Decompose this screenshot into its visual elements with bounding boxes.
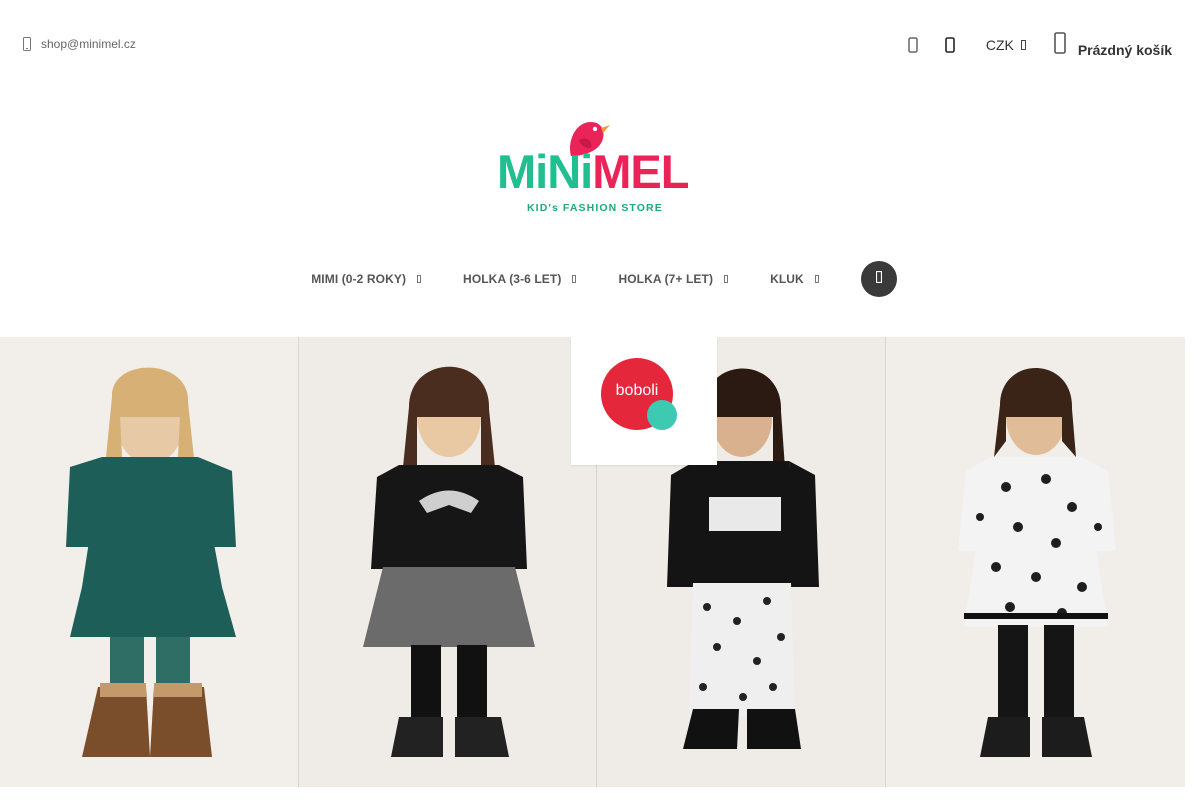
logo-wordmark: MiNiMEL	[497, 145, 689, 198]
cart-button[interactable]: Prázdný košík	[1054, 31, 1172, 59]
heart-icon[interactable]	[903, 35, 923, 55]
nav-item-label: HOLKA (7+ LET)	[618, 272, 714, 286]
cart-label: Prázdný košík	[1077, 42, 1172, 58]
nav-item-label: HOLKA (3-6 LET)	[463, 272, 562, 286]
girl-black-hoodie-image	[363, 366, 535, 757]
chevron-down-icon	[1020, 37, 1026, 53]
search-button[interactable]	[860, 261, 897, 297]
header-tools: CZK Prázdný košík	[886, 30, 1172, 60]
chevron-down-icon	[813, 275, 821, 283]
nav-item-label: MIMI (0-2 ROKY)	[311, 272, 407, 286]
logo-word-part2: MEL	[592, 145, 689, 198]
girl-leopard-dress-image	[958, 367, 1116, 757]
page: shop@minimel.cz CZK Prázdný košík MiNiME…	[0, 0, 1200, 800]
chevron-down-icon	[722, 275, 730, 283]
chevron-down-icon	[570, 275, 578, 283]
brand-badge[interactable]: boboli	[571, 337, 717, 465]
nav-item-kluk[interactable]: KLUK	[770, 272, 821, 286]
logo-word-part1: MiNi	[497, 145, 593, 198]
logo-tagline: KID's FASHION STORE	[527, 202, 663, 214]
shopping-bag-icon	[1054, 31, 1066, 59]
contact-email-link[interactable]: shop@minimel.cz	[22, 36, 136, 52]
boboli-logo: boboli	[601, 358, 687, 444]
hero-panel-teal-dress	[0, 337, 299, 787]
contact-email: shop@minimel.cz	[41, 37, 136, 51]
envelope-icon	[22, 36, 32, 52]
chevron-down-icon	[415, 275, 423, 283]
search-icon	[875, 270, 882, 288]
girl-teal-dress-image	[66, 367, 236, 757]
top-bar: shop@minimel.cz CZK Prázdný košík	[0, 0, 1200, 90]
currency-selector[interactable]: CZK	[986, 37, 1026, 53]
nav-item-holka-7-plus[interactable]: HOLKA (7+ LET)	[618, 272, 730, 286]
nav-item-holka-3-6[interactable]: HOLKA (3-6 LET)	[463, 272, 578, 286]
nav-item-mimi[interactable]: MIMI (0-2 ROKY)	[311, 272, 423, 286]
nav-item-label: KLUK	[770, 272, 804, 286]
page-scrollbar[interactable]	[1185, 337, 1200, 800]
currency-value: CZK	[985, 37, 1014, 53]
site-logo[interactable]: MiNiMEL KID's FASHION STORE	[497, 116, 689, 216]
hero-panel-black-hoodie	[299, 337, 597, 787]
user-icon[interactable]	[940, 35, 960, 55]
hero-panel-leopard-dress	[886, 337, 1185, 787]
main-nav: MIMI (0-2 ROKY) HOLKA (3-6 LET) HOLKA (7…	[0, 260, 1200, 298]
boboli-teal-circle	[647, 400, 677, 430]
brand-name: boboli	[615, 382, 659, 399]
